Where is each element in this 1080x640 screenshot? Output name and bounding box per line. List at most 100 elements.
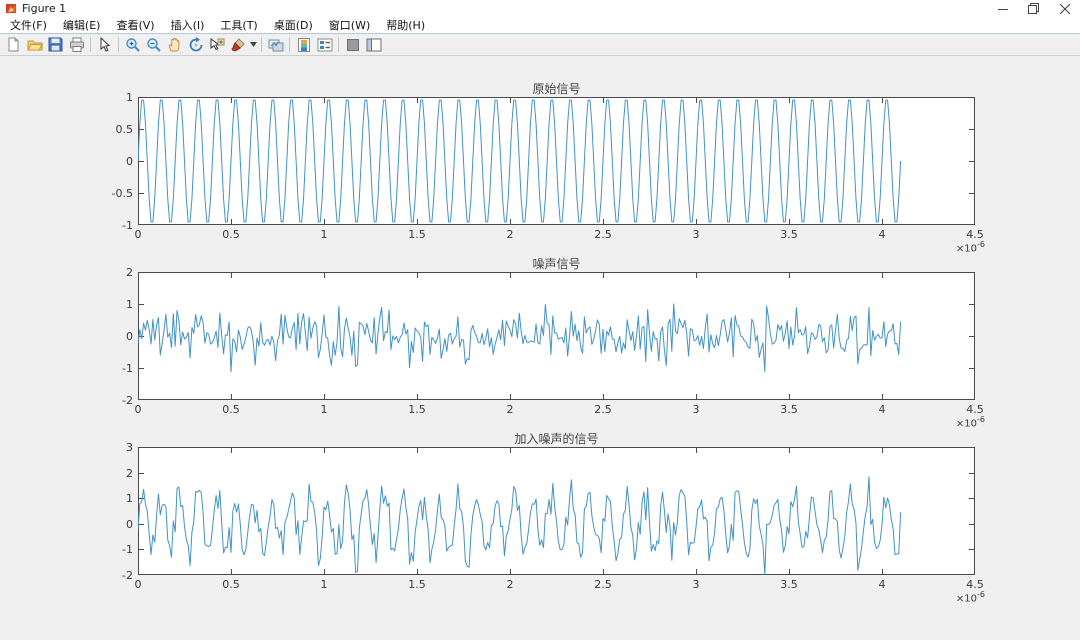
x-tick-label: 2.5 (594, 228, 612, 241)
x-tick-label: 1.5 (408, 403, 426, 416)
zoom-out-button[interactable] (143, 35, 164, 54)
print-figure-button[interactable] (66, 35, 87, 54)
window-title: Figure 1 (22, 2, 67, 15)
matlab-figure-icon (6, 3, 17, 14)
plot-axes-noise-signal[interactable] (138, 272, 975, 400)
x-tick-label: 4 (878, 228, 886, 241)
x-tick-label: 2 (506, 578, 514, 591)
maximize-button[interactable] (1018, 0, 1049, 17)
printer-icon (69, 37, 84, 52)
y-tick-label: 2 (126, 266, 133, 279)
x-tick-label: 2.5 (594, 578, 612, 591)
menu-item-6[interactable]: 窗口(W) (321, 16, 378, 34)
open-folder-icon (26, 40, 43, 50)
x-axis-exponent-label: ×10-6 (955, 240, 985, 255)
edit-plot-button[interactable] (94, 35, 115, 54)
plot-axes-noisy-signal[interactable] (138, 447, 975, 575)
insert-legend-button[interactable] (314, 35, 335, 54)
data-cursor-button[interactable] (206, 35, 227, 54)
y-tick-label: -2 (122, 569, 133, 582)
plot-title-original-signal: 原始信号 (532, 82, 581, 96)
y-tick-label: -1 (122, 362, 133, 375)
y-tick-label: 1 (126, 492, 133, 506)
rotate-3d-icon (189, 36, 202, 51)
plot-title-noise-signal: 噪声信号 (532, 257, 581, 271)
x-tick-label: 1.5 (408, 578, 426, 591)
open-file-button[interactable] (24, 35, 45, 54)
x-tick-label: 1 (320, 578, 328, 591)
y-tick-label: 0 (126, 517, 133, 531)
x-tick-label: 3 (692, 228, 700, 241)
toolbar-separator (289, 37, 290, 52)
x-tick-label: 4 (878, 578, 886, 591)
y-tick-label: 1 (126, 91, 133, 104)
x-tick-label: 3 (692, 578, 700, 591)
y-tick-label: 0 (126, 155, 133, 168)
show-plot-tools-button[interactable] (363, 35, 384, 54)
menu-item-4[interactable]: 工具(T) (212, 16, 265, 34)
brush-icon (230, 37, 245, 51)
y-tick-label: -1 (122, 543, 133, 557)
show-plot-tools-icon (366, 38, 381, 51)
restore-icon (1028, 3, 1039, 14)
x-tick-label: 3 (692, 403, 700, 416)
zoom-in-button[interactable] (122, 35, 143, 54)
x-tick-label: 2 (506, 228, 514, 241)
minimize-icon (997, 8, 1008, 10)
x-tick-label: 2.5 (594, 403, 612, 416)
pan-button[interactable] (164, 35, 185, 54)
brush-dropdown-button[interactable] (248, 35, 258, 54)
y-tick-label: 2 (126, 466, 133, 480)
toolbar-separator (118, 37, 119, 52)
y-tick-label: 1 (126, 298, 133, 311)
x-tick-label: 4 (878, 403, 886, 416)
y-tick-label: 0.5 (115, 123, 134, 136)
x-tick-label: 1.5 (408, 228, 426, 241)
new-figure-icon (8, 37, 19, 52)
insert-colorbar-icon (297, 37, 310, 52)
y-tick-label: 3 (126, 441, 133, 454)
save-floppy-icon (48, 37, 63, 52)
x-axis-exponent-label: ×10-6 (955, 590, 985, 605)
y-tick-label: -0.5 (111, 187, 133, 200)
toolbar-separator (261, 37, 262, 52)
rotate-3d-button[interactable] (185, 35, 206, 54)
x-tick-label: 2 (506, 403, 514, 416)
link-plots-icon (268, 39, 283, 51)
x-tick-label: 0.5 (222, 578, 240, 591)
save-figure-button[interactable] (45, 35, 66, 54)
edit-plot-arrow-icon (100, 37, 111, 52)
x-tick-label: 0.5 (222, 228, 240, 241)
menu-item-2[interactable]: 查看(V) (108, 16, 162, 34)
chevron-down-icon (249, 42, 257, 47)
menu-item-3[interactable]: 插入(I) (163, 16, 213, 34)
y-tick-label: 0 (126, 330, 133, 343)
close-icon (1059, 3, 1070, 14)
new-figure-button[interactable] (3, 35, 24, 54)
hide-plot-tools-icon (346, 38, 359, 51)
insert-legend-icon (317, 38, 332, 51)
window-titlebar: Figure 1 (0, 0, 1080, 17)
toolbar-separator (338, 37, 339, 52)
data-cursor-icon (210, 37, 224, 50)
menu-item-7[interactable]: 帮助(H) (378, 16, 433, 34)
figure-canvas: 原始信号 0 0.5 1 1.5 2 2.5 3 3.5 4 4.5 -1 -0.5 0 0.5 1 ×10… (0, 56, 1080, 640)
close-button[interactable] (1049, 0, 1080, 17)
hide-plot-tools-button[interactable] (342, 35, 363, 54)
x-tick-label: 0.5 (222, 403, 240, 416)
menu-item-0[interactable]: 文件(F) (2, 16, 55, 34)
window-controls (987, 0, 1080, 17)
y-tick-label: -2 (122, 394, 133, 407)
pan-hand-icon (168, 37, 180, 52)
minimize-button[interactable] (987, 0, 1018, 17)
brush-data-button[interactable] (227, 35, 248, 54)
link-plots-button[interactable] (265, 35, 286, 54)
y-tick-label: -1 (122, 219, 133, 232)
plot-axes-original-signal[interactable] (138, 97, 975, 225)
insert-colorbar-button[interactable] (293, 35, 314, 54)
toolbar-separator (90, 37, 91, 52)
x-tick-label: 3.5 (780, 578, 798, 591)
menu-item-5[interactable]: 桌面(D) (266, 16, 321, 34)
x-axis-exponent-label: ×10-6 (955, 415, 985, 430)
menu-item-1[interactable]: 编辑(E) (55, 16, 109, 34)
